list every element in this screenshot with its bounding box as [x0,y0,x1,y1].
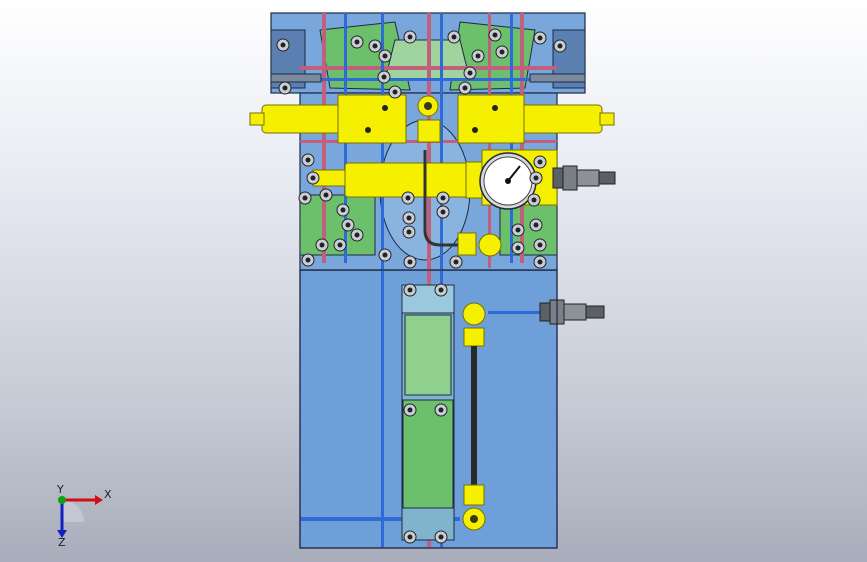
cap-screw-socket [515,245,521,251]
cap-screw-socket [533,175,539,181]
cap-screw-socket [515,227,521,233]
cap-screw-socket [310,175,316,181]
cap-screw-socket [537,259,543,265]
cap-screw-socket [533,222,539,228]
cap-screw-socket [337,242,343,248]
cap-screw-socket [282,85,288,91]
cap-screw-socket [438,407,444,413]
cap-screw-socket [354,232,360,238]
cap-screw-socket [453,259,459,265]
cap-screw-socket [340,207,346,213]
cap-screw-socket [319,242,325,248]
cap-screw-socket [407,259,413,265]
cap-screw-socket [382,53,388,59]
cap-screw-socket [438,287,444,293]
cap-screw-socket [381,74,387,80]
cap-screw-socket [406,229,412,235]
upper-quick-coupler[interactable] [552,165,616,191]
cap-screw-socket [280,42,286,48]
cap-screw-socket [531,197,537,203]
cap-screw-socket [407,287,413,293]
cap-screw-socket [492,32,498,38]
cap-screw-socket [557,43,563,49]
cap-screw-socket [405,195,411,201]
center-coupling[interactable] [417,119,441,143]
cap-screw-socket [440,209,446,215]
lower-quick-coupler[interactable] [539,299,605,325]
triad-z-label: Z [58,536,66,548]
cap-screw-socket [392,89,398,95]
cap-screw-socket [440,195,446,201]
triad-x-label: X [104,488,112,501]
cap-screw-socket [345,222,351,228]
cap-screw-socket [407,534,413,540]
cap-screw-socket [382,252,388,258]
cap-screw-socket [323,192,329,198]
cap-screw-socket [499,49,505,55]
cap-screw-socket [467,70,473,76]
cap-screw-socket [354,39,360,45]
cap-screw-socket [407,407,413,413]
cap-screw-socket [451,34,457,40]
cad-viewport[interactable] [0,0,867,562]
coordinate-triad-icon: X Y Z [56,483,112,548]
cap-screw-socket [305,257,311,263]
cap-screw-socket [305,157,311,163]
cap-screw-socket [462,85,468,91]
cap-screw-socket [302,195,308,201]
lower-elbow-fitting[interactable] [457,232,477,256]
cap-screw-socket [407,34,413,40]
ejector-green-upper[interactable] [404,314,452,396]
cap-screw-socket [372,43,378,49]
cap-screw-socket [475,53,481,59]
cap-screw-socket [537,159,543,165]
cap-screw-socket [438,534,444,540]
cap-screw-socket [537,242,543,248]
cap-screw-socket [537,35,543,41]
cap-screw-socket [406,215,412,221]
lower-round-fitting[interactable] [478,233,502,257]
triad-y-label: Y [56,483,64,496]
